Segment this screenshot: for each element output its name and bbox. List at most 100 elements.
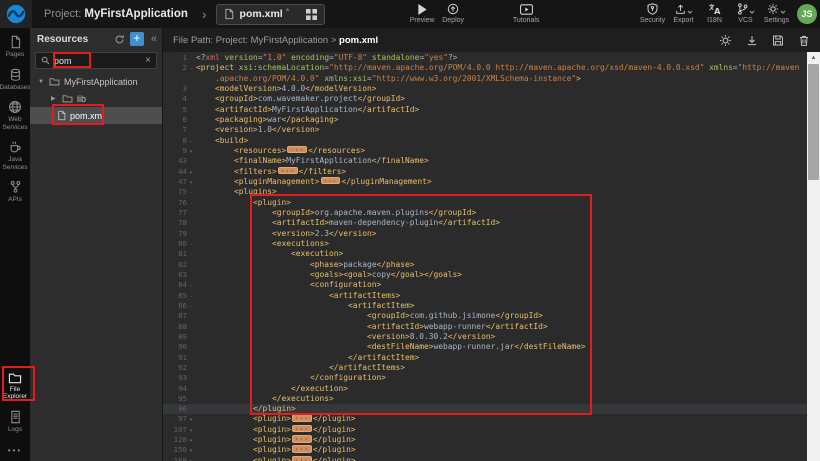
- code-line[interactable]: 44▸ <filters>···</filters>: [163, 167, 807, 177]
- code-line[interactable]: 47▸ <pluginManagement>···</pluginManagem…: [163, 177, 807, 187]
- code-line[interactable]: 5 <artifactId>MyFirstApplication</artifa…: [163, 105, 807, 115]
- settings-button[interactable]: Settings: [761, 4, 792, 24]
- scrollbar-thumb[interactable]: [808, 64, 819, 180]
- fold-marker[interactable]: -: [187, 280, 196, 290]
- collapsed-code-marker[interactable]: ···: [292, 414, 312, 422]
- code-line[interactable]: 107▸ <plugin>···</plugin>: [163, 425, 807, 435]
- code-line[interactable]: 82 <phase>package</phase>: [163, 260, 807, 270]
- fold-marker[interactable]: ▸: [187, 167, 196, 177]
- add-resource-button[interactable]: +: [130, 32, 144, 46]
- sidebar-item-java-services[interactable]: Java Services: [0, 140, 30, 171]
- fold-marker[interactable]: ▸: [187, 435, 196, 445]
- export-button[interactable]: Export: [668, 4, 699, 24]
- sidebar-item-databases[interactable]: Databases: [0, 68, 30, 92]
- sidebar-more-button[interactable]: •••: [8, 442, 22, 461]
- fold-marker[interactable]: -: [187, 187, 196, 197]
- code-line[interactable]: 128▸ <plugin>···</plugin>: [163, 435, 807, 445]
- sidebar-item-pages[interactable]: Pages: [0, 35, 30, 59]
- code-line[interactable]: 90 <destFileName>webapp-runner.jar</dest…: [163, 342, 807, 352]
- caret-right-icon[interactable]: ▶: [51, 95, 58, 102]
- code-line[interactable]: 2-<project xsi:schemaLocation="http://ma…: [163, 63, 807, 73]
- code-line[interactable]: 78 <artifactId>maven-dependency-plugin</…: [163, 218, 807, 228]
- code-line[interactable]: 96 </plugin>: [163, 404, 807, 414]
- user-avatar[interactable]: JS: [797, 4, 817, 24]
- vertical-scrollbar[interactable]: ▲: [807, 52, 820, 461]
- fold-marker[interactable]: ▸: [187, 445, 196, 455]
- code-line[interactable]: .apache.org/POM/4.0.0" xmlns:xsi="http:/…: [163, 74, 807, 84]
- download-file-button[interactable]: [746, 34, 758, 47]
- code-line[interactable]: 4 <groupId>com.wavemaker.project</groupI…: [163, 94, 807, 104]
- caret-down-icon[interactable]: ▼: [38, 79, 45, 85]
- code-line[interactable]: 89 <version>8.0.30.2</version>: [163, 332, 807, 342]
- code-line[interactable]: 81- <execution>: [163, 249, 807, 259]
- tree-item-pom-xml[interactable]: pom.xml: [30, 107, 162, 124]
- tab-pom-xml[interactable]: pom.xml *: [216, 4, 325, 25]
- vcs-button[interactable]: VCS: [730, 4, 761, 24]
- fold-marker[interactable]: ▸: [187, 146, 196, 156]
- code-line[interactable]: 6 <packaging>war</packaging>: [163, 115, 807, 125]
- fold-marker[interactable]: -: [187, 63, 196, 73]
- code-line[interactable]: 43 <finalName>MyFirstApplication</finalN…: [163, 156, 807, 166]
- fold-marker[interactable]: ▸: [187, 177, 196, 187]
- fold-marker[interactable]: -: [187, 249, 196, 259]
- fold-marker[interactable]: ▸: [187, 425, 196, 435]
- code-line[interactable]: 95 </executions>: [163, 394, 807, 404]
- delete-file-button[interactable]: [798, 34, 810, 47]
- fold-marker[interactable]: -: [187, 239, 196, 249]
- tutorials-button[interactable]: Tutorials: [511, 4, 542, 24]
- fold-marker[interactable]: ▸: [187, 456, 196, 461]
- sidebar-item-logs[interactable]: Logs: [0, 410, 30, 434]
- scroll-up-arrow[interactable]: ▲: [807, 52, 820, 64]
- code-area[interactable]: 1<?xml version="1.0" encoding="UTF-8" st…: [163, 52, 807, 461]
- code-line[interactable]: 77 <groupId>org.apache.maven.plugins</gr…: [163, 208, 807, 218]
- collapsed-code-marker[interactable]: ···: [287, 146, 307, 154]
- code-line[interactable]: 8- <build>: [163, 136, 807, 146]
- code-line[interactable]: 150▸ <plugin>···</plugin>: [163, 445, 807, 455]
- deploy-button[interactable]: Deploy: [438, 4, 469, 24]
- code-line[interactable]: 91 </artifactItem>: [163, 353, 807, 363]
- code-line[interactable]: 83 <goals><goal>copy</goal></goals>: [163, 270, 807, 280]
- code-line[interactable]: 80- <executions>: [163, 239, 807, 249]
- security-button[interactable]: Security: [637, 4, 668, 24]
- code-line[interactable]: 3 <modelVersion>4.0.0</modelVersion>: [163, 84, 807, 94]
- code-line[interactable]: 79 <version>2.3</version>: [163, 229, 807, 239]
- fold-marker[interactable]: ▸: [187, 414, 196, 424]
- collapsed-code-marker[interactable]: ···: [292, 456, 312, 461]
- sidebar-item-apis[interactable]: APIs: [0, 180, 30, 204]
- code-line[interactable]: 93 </configuration>: [163, 373, 807, 383]
- code-line[interactable]: 76- <plugin>: [163, 198, 807, 208]
- sidebar-item-web-services[interactable]: Web Services: [0, 100, 30, 131]
- code-line[interactable]: 169▸ <plugin>···</plugin>: [163, 456, 807, 461]
- collapsed-code-marker[interactable]: ···: [278, 167, 298, 175]
- code-line[interactable]: 75- <plugins>: [163, 187, 807, 197]
- fold-marker[interactable]: -: [187, 291, 196, 301]
- tree-item-project[interactable]: ▼ MyFirstApplication: [30, 73, 162, 90]
- code-line[interactable]: 94 </execution>: [163, 384, 807, 394]
- search-input[interactable]: [54, 56, 141, 66]
- tree-item-lib[interactable]: ▶ lib: [30, 90, 162, 107]
- editor-settings-button[interactable]: [719, 34, 732, 47]
- code-line[interactable]: 85- <artifactItems>: [163, 291, 807, 301]
- wavemaker-logo[interactable]: [0, 0, 32, 28]
- collapsed-code-marker[interactable]: ···: [292, 445, 312, 453]
- layout-grid-icon[interactable]: [306, 9, 317, 20]
- collapsed-code-marker[interactable]: ···: [292, 435, 312, 443]
- i18n-button[interactable]: A I18N: [699, 4, 730, 24]
- code-line[interactable]: 92 </artifactItems>: [163, 363, 807, 373]
- code-line[interactable]: 97▸ <plugin>···</plugin>: [163, 414, 807, 424]
- code-line[interactable]: 84- <configuration>: [163, 280, 807, 290]
- fold-marker[interactable]: -: [187, 198, 196, 208]
- sidebar-item-file-explorer[interactable]: File Explorer: [0, 372, 30, 401]
- collapse-panel-button[interactable]: «: [149, 33, 159, 45]
- refresh-button[interactable]: [114, 34, 125, 45]
- preview-button[interactable]: Preview: [407, 4, 438, 24]
- code-line[interactable]: 9▸ <resources>···</resources>: [163, 146, 807, 156]
- code-line[interactable]: 87 <groupId>com.github.jsimone</groupId>: [163, 311, 807, 321]
- fold-marker[interactable]: -: [187, 301, 196, 311]
- code-line[interactable]: 88 <artifactId>webapp-runner</artifactId…: [163, 322, 807, 332]
- code-line[interactable]: 86- <artifactItem>: [163, 301, 807, 311]
- code-line[interactable]: 7 <version>1.0</version>: [163, 125, 807, 135]
- collapsed-code-marker[interactable]: ···: [292, 425, 312, 433]
- code-line[interactable]: 1<?xml version="1.0" encoding="UTF-8" st…: [163, 53, 807, 63]
- fold-marker[interactable]: -: [187, 136, 196, 146]
